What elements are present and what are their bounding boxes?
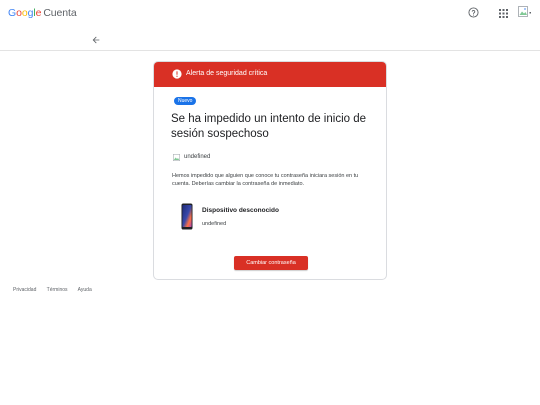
google-account-logo[interactable]: Google Cuenta bbox=[8, 7, 77, 19]
top-header: Google Cuenta bbox=[0, 0, 540, 28]
footer-link-privacy[interactable]: Privacidad bbox=[13, 287, 36, 293]
cuenta-label: Cuenta bbox=[43, 7, 77, 19]
apps-grid-icon[interactable] bbox=[499, 9, 508, 18]
device-name: Dispositivo desconocido bbox=[202, 207, 279, 214]
account-email: undefined bbox=[184, 154, 211, 160]
footer-link-help[interactable]: Ayuda bbox=[78, 287, 92, 293]
alert-title: Se ha impedido un intento de inicio de s… bbox=[171, 113, 367, 140]
banner-title: Alerta de seguridad crítica bbox=[186, 70, 268, 77]
broken-image-icon bbox=[173, 154, 180, 161]
critical-alert-banner: Alerta de seguridad crítica bbox=[154, 62, 386, 87]
navigation-bar bbox=[0, 28, 540, 51]
alert-circle-icon bbox=[172, 69, 182, 79]
new-badge: Nuevo bbox=[174, 97, 197, 105]
footer-link-terms[interactable]: Términos bbox=[47, 287, 68, 293]
alert-description: Hemos impedido que alguien que conoce tu… bbox=[172, 173, 359, 187]
avatar-broken-image-icon[interactable] bbox=[517, 5, 532, 20]
device-details: undefined bbox=[202, 221, 227, 227]
footer-links: Privacidad Términos Ayuda bbox=[13, 287, 101, 295]
arrow-back-icon[interactable] bbox=[91, 35, 101, 45]
change-password-button[interactable]: Cambiar contraseña bbox=[234, 256, 308, 270]
security-alert-card: Alerta de seguridad crítica Nuevo Se ha … bbox=[153, 61, 387, 280]
help-icon[interactable] bbox=[468, 7, 479, 18]
smartphone-icon bbox=[181, 203, 193, 230]
